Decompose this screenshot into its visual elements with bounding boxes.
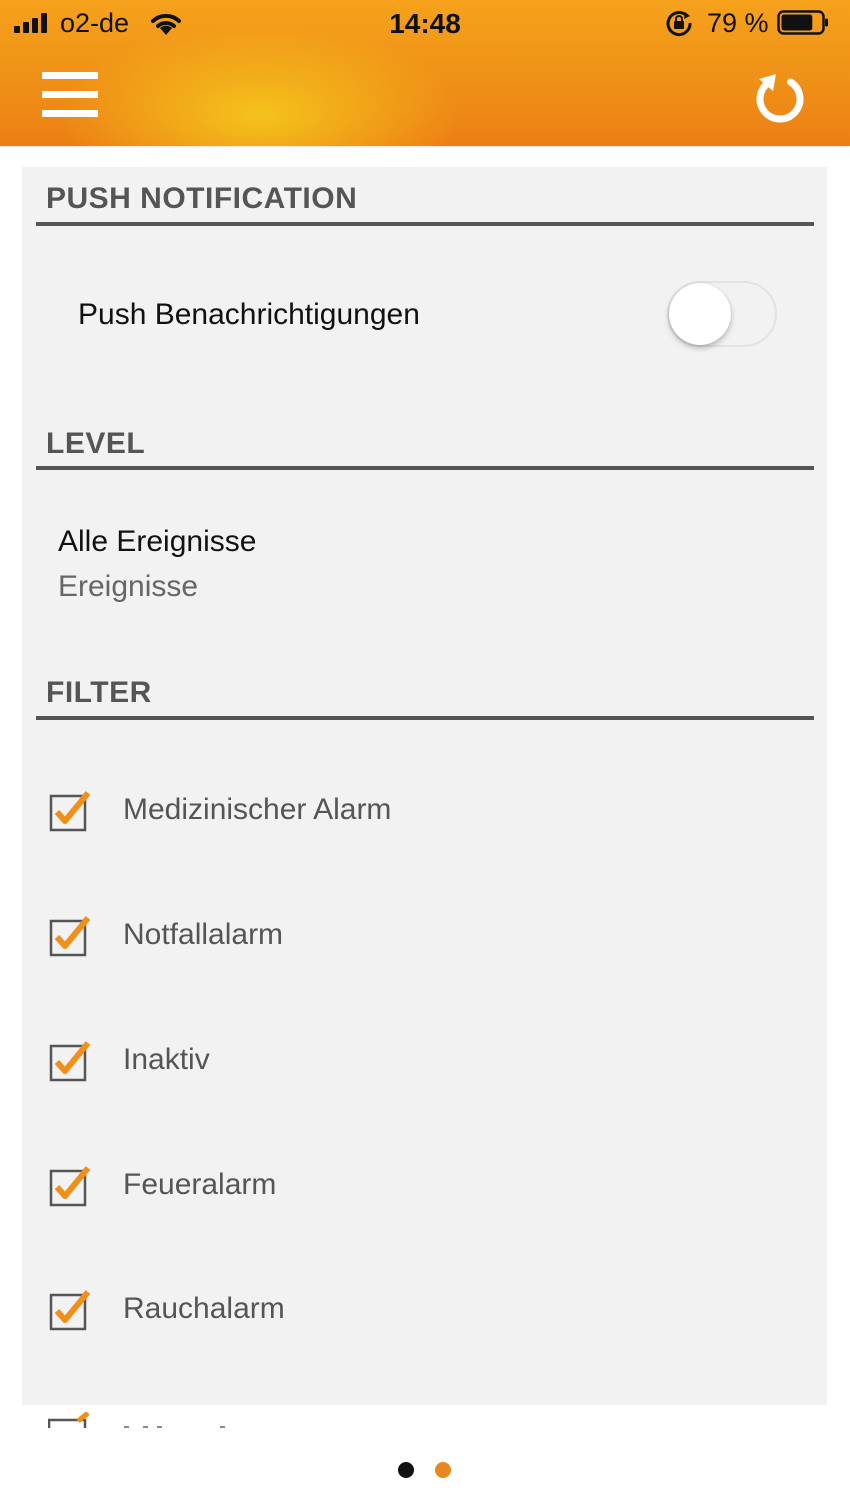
push-notification-title: PUSH NOTIFICATION bbox=[46, 182, 358, 215]
hamburger-menu-icon bbox=[42, 72, 98, 79]
filter-item-smoke-alarm[interactable]: Rauchalarm bbox=[48, 1287, 748, 1337]
menu-button[interactable] bbox=[42, 72, 98, 118]
checkbox-checked-icon bbox=[49, 1166, 91, 1207]
filter-title: FILTER bbox=[46, 676, 152, 709]
page-dot-1[interactable] bbox=[398, 1462, 414, 1478]
battery-icon bbox=[777, 10, 828, 35]
settings-panel: PUSH NOTIFICATION Push Benachrichtigunge… bbox=[22, 167, 827, 1405]
checkbox-checked-icon bbox=[49, 791, 91, 832]
push-notifications-label: Push Benachrichtigungen bbox=[78, 298, 420, 331]
level-title: LEVEL bbox=[46, 427, 146, 460]
filter-item-label: Notfallalarm bbox=[123, 918, 284, 951]
refresh-icon bbox=[756, 74, 804, 123]
rotation-lock-icon bbox=[666, 11, 692, 37]
checkbox-checked-icon bbox=[49, 1290, 91, 1331]
filter-item-label: Inaktiv bbox=[123, 1043, 210, 1076]
filter-item-label: Feueralarm bbox=[123, 1168, 277, 1201]
section-divider bbox=[36, 716, 814, 720]
level-subtitle: Ereignisse bbox=[58, 570, 199, 603]
filter-item-label: Medizinischer Alarm bbox=[123, 793, 392, 826]
checkbox-checked-icon bbox=[49, 1041, 91, 1082]
push-notifications-toggle[interactable] bbox=[667, 281, 777, 347]
level-selector[interactable]: Alle Ereignisse bbox=[58, 525, 256, 559]
section-divider bbox=[36, 222, 814, 226]
filter-item-label: Rauchalarm bbox=[123, 1292, 285, 1325]
next-filter-item-partial bbox=[48, 1412, 348, 1428]
app-header: o2-de 14:48 79 % bbox=[0, 0, 850, 146]
page-dot-2[interactable] bbox=[435, 1462, 451, 1478]
section-divider bbox=[36, 466, 814, 470]
battery-percentage: 79 % bbox=[707, 8, 769, 38]
page-indicator bbox=[0, 1462, 850, 1478]
filter-item-inactive[interactable]: Inaktiv bbox=[48, 1038, 748, 1088]
filter-item-emergency-alarm[interactable]: Notfallalarm bbox=[48, 913, 748, 963]
toggle-knob bbox=[669, 283, 731, 345]
refresh-button[interactable] bbox=[752, 68, 808, 124]
checkbox-checked-icon bbox=[49, 916, 91, 957]
filter-item-fire-alarm[interactable]: Feueralarm bbox=[48, 1163, 748, 1213]
status-bar: o2-de 14:48 79 % bbox=[0, 0, 850, 48]
filter-item-medical-alarm[interactable]: Medizinischer Alarm bbox=[48, 788, 748, 838]
